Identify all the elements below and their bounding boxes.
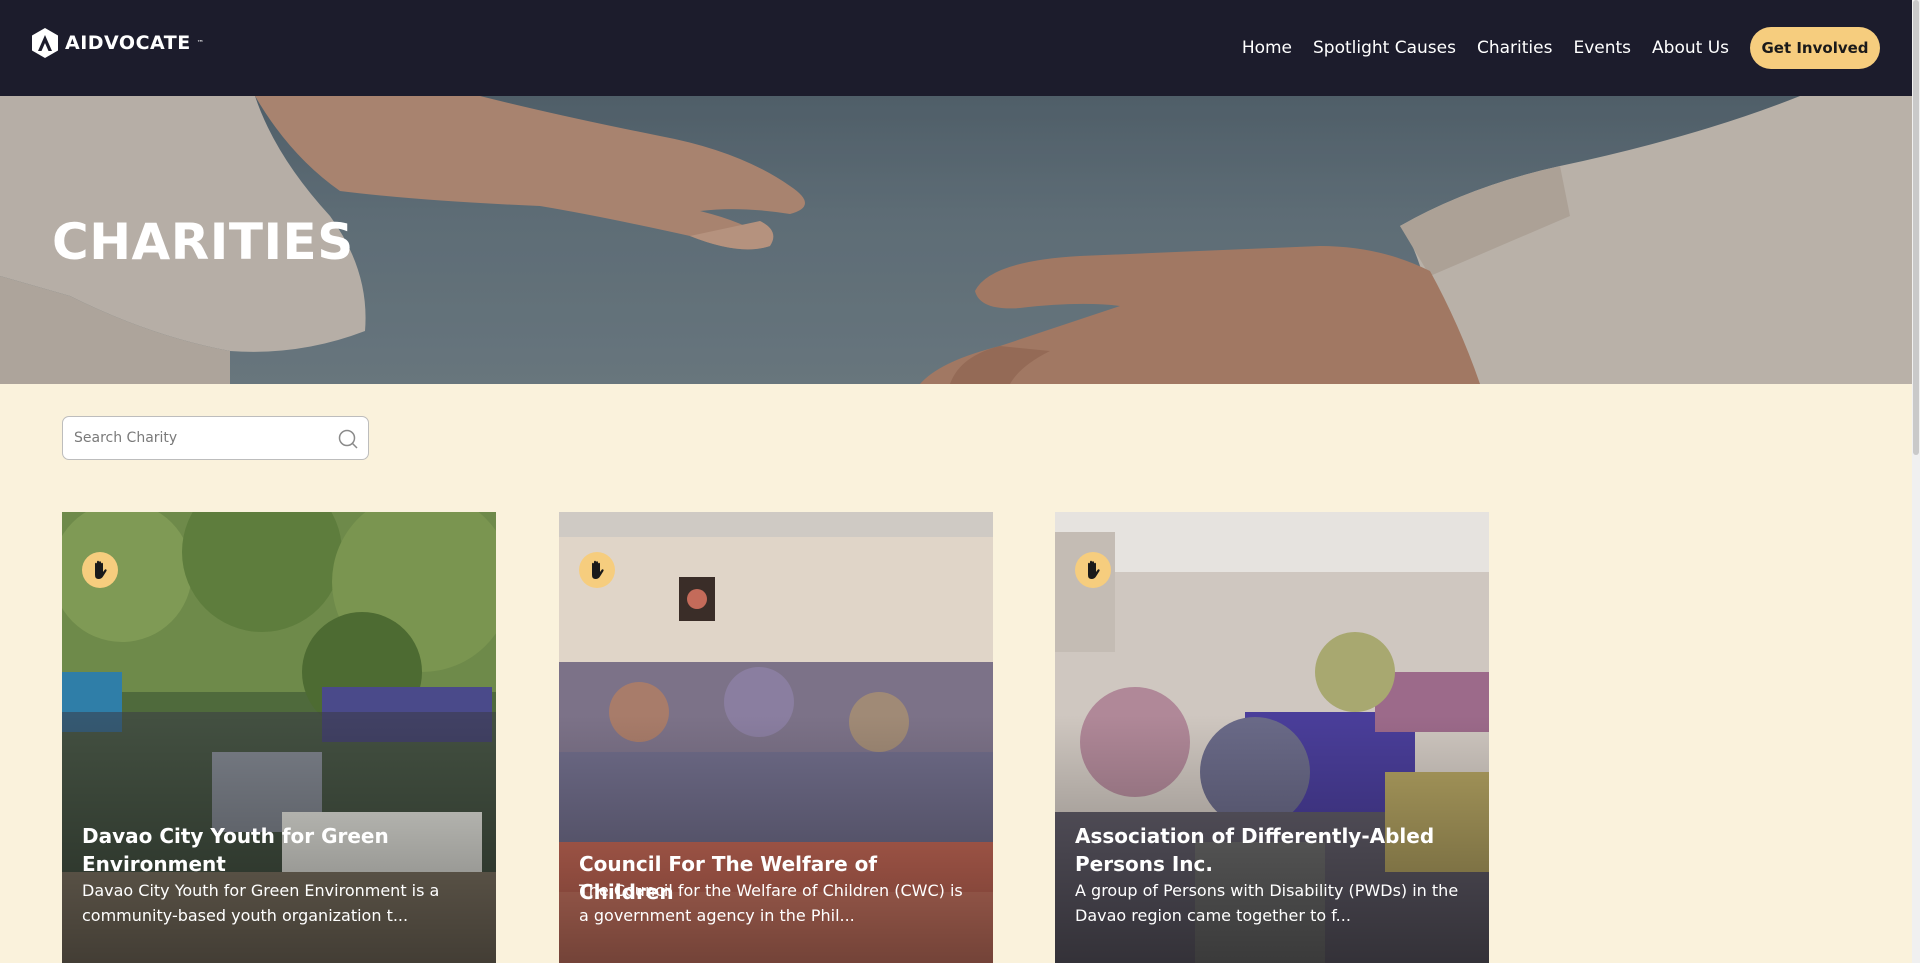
brand-logo[interactable]: AIDVOCATE ™: [31, 27, 204, 59]
main-nav: Home Spotlight Causes Charities Events A…: [1221, 26, 1880, 70]
charity-card[interactable]: Council For The Welfare of Children The …: [559, 512, 993, 963]
page-scrollbar[interactable]: [1912, 0, 1920, 963]
charity-search-box[interactable]: [62, 416, 369, 460]
brand-trademark: ™: [196, 39, 204, 47]
card-description: Davao City Youth for Green Environment i…: [82, 881, 440, 925]
nav-about-us[interactable]: About Us: [1652, 38, 1729, 58]
card-title: Davao City Youth for Green Environment: [82, 824, 389, 876]
hero-banner: CHARITIES: [0, 96, 1920, 384]
nav-events[interactable]: Events: [1573, 38, 1631, 58]
scrollbar-thumb[interactable]: [1913, 0, 1919, 455]
nav-home[interactable]: Home: [1242, 38, 1292, 58]
card-badge: [82, 552, 118, 588]
hand-icon: [95, 560, 107, 579]
hand-icon: [1088, 560, 1100, 579]
top-navbar: AIDVOCATE ™ Home Spotlight Causes Chariti…: [0, 0, 1920, 96]
page-title: CHARITIES: [52, 213, 354, 271]
card-description: A group of Persons with Disability (PWDs…: [1075, 881, 1459, 925]
search-input[interactable]: [74, 417, 324, 459]
aidvocate-logo-icon: [32, 28, 58, 58]
charity-card[interactable]: Association of Differently-Abled Persons…: [1055, 512, 1489, 963]
card-title: Association of Differently-Abled Persons…: [1075, 824, 1435, 876]
hand-icon: [592, 560, 604, 579]
charity-card[interactable]: Davao City Youth for Green Environment D…: [62, 512, 496, 963]
nav-spotlight-causes[interactable]: Spotlight Causes: [1313, 38, 1456, 58]
card-badge: [579, 552, 615, 588]
card-description: The Council for the Welfare of Children …: [579, 881, 963, 925]
search-icon[interactable]: [338, 429, 358, 449]
nav-charities[interactable]: Charities: [1477, 38, 1552, 58]
brand-name: AIDVOCATE: [65, 32, 191, 54]
card-badge: [1075, 552, 1111, 588]
get-involved-button[interactable]: Get Involved: [1750, 27, 1880, 69]
